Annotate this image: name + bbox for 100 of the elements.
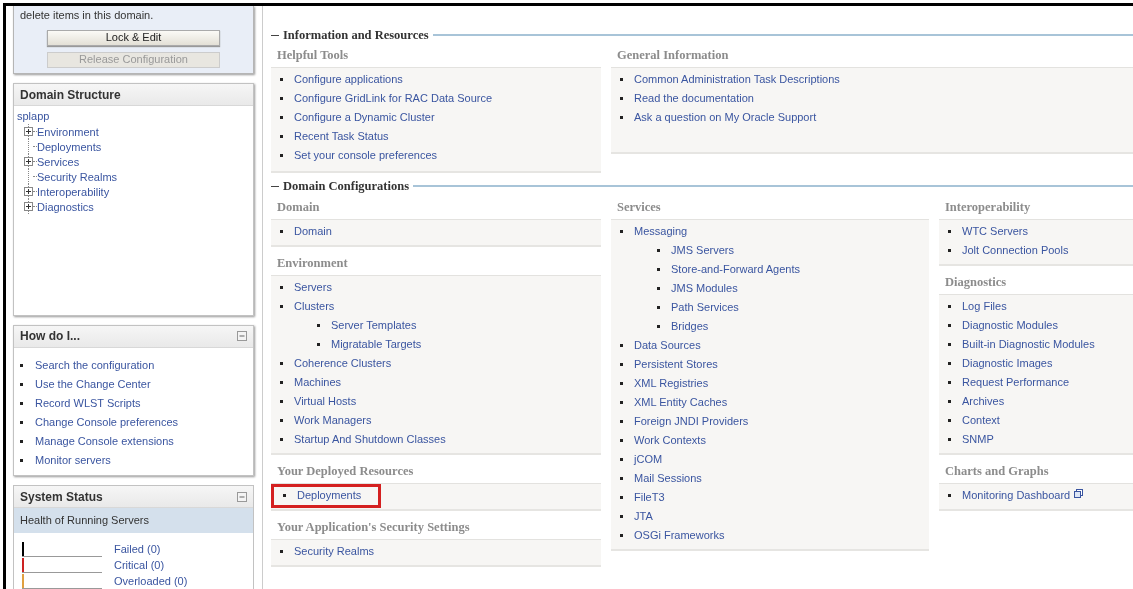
- tree-item[interactable]: Diagnostics: [37, 198, 94, 215]
- nav-link[interactable]: Configure a Dynamic Cluster: [294, 109, 435, 126]
- nav-link[interactable]: FileT3: [634, 489, 665, 506]
- help-link[interactable]: Use the Change Center: [35, 375, 151, 393]
- tree-item[interactable]: Services: [37, 153, 80, 170]
- nav-link[interactable]: Diagnostic Modules: [962, 317, 1058, 334]
- nav-link[interactable]: Work Contexts: [634, 432, 706, 449]
- bullet-icon: [620, 515, 623, 518]
- bullet-icon: [620, 420, 623, 423]
- status-label: Critical (0): [114, 557, 165, 573]
- expand-icon[interactable]: [24, 157, 33, 167]
- expand-icon[interactable]: [24, 127, 33, 137]
- bullet-icon: [280, 381, 283, 384]
- collapse-icon[interactable]: [237, 491, 247, 502]
- help-link[interactable]: Record WLST Scripts: [35, 394, 141, 412]
- bullet-icon: [948, 305, 951, 308]
- group-heading: Services: [617, 199, 661, 217]
- help-link[interactable]: Change Console preferences: [35, 413, 179, 431]
- nav-link[interactable]: SNMP: [962, 431, 994, 448]
- tree-item[interactable]: Deployments: [37, 138, 102, 155]
- bullet-icon: [20, 458, 23, 462]
- bullet-icon: [620, 78, 623, 81]
- nav-link[interactable]: Persistent Stores: [634, 356, 718, 373]
- help-link[interactable]: Monitor servers: [35, 451, 111, 469]
- section-title: Information and Resources: [283, 26, 429, 44]
- tree-root[interactable]: splapp: [17, 109, 50, 125]
- nav-link[interactable]: XML Registries: [634, 375, 709, 392]
- bullet-icon: [620, 401, 623, 404]
- nav-link[interactable]: Common Administration Task Descriptions: [634, 71, 840, 88]
- help-link[interactable]: Manage Console extensions: [35, 432, 174, 450]
- nav-link[interactable]: Mail Sessions: [634, 470, 702, 487]
- bullet-icon: [620, 97, 623, 100]
- nav-link[interactable]: Ask a question on My Oracle Support: [634, 109, 817, 126]
- bullet-icon: [280, 305, 283, 308]
- group-heading: Helpful Tools: [277, 47, 349, 65]
- bullet-icon: [620, 477, 623, 480]
- collapse-icon[interactable]: [237, 331, 247, 342]
- nav-link[interactable]: Virtual Hosts: [294, 393, 357, 410]
- nav-link[interactable]: Monitoring Dashboard: [962, 487, 1071, 504]
- bullet-icon: [948, 230, 951, 233]
- bullet-icon: [620, 534, 623, 537]
- tree-item[interactable]: Environment: [37, 123, 99, 140]
- nav-link[interactable]: Clusters: [294, 298, 335, 315]
- nav-link[interactable]: Migratable Targets: [331, 336, 422, 353]
- nav-link[interactable]: Configure applications: [294, 71, 403, 88]
- nav-link[interactable]: Built-in Diagnostic Modules: [962, 336, 1095, 353]
- bullet-icon: [620, 344, 623, 347]
- nav-link[interactable]: Jolt Connection Pools: [962, 242, 1069, 259]
- expand-icon[interactable]: [24, 202, 33, 212]
- bullet-icon: [948, 324, 951, 327]
- nav-link[interactable]: Context: [962, 412, 1000, 429]
- nav-link[interactable]: Recent Task Status: [294, 128, 389, 145]
- nav-link[interactable]: Deployments: [297, 487, 362, 504]
- nav-link[interactable]: Domain: [294, 223, 332, 240]
- nav-link[interactable]: Diagnostic Images: [962, 355, 1053, 372]
- nav-link[interactable]: WTC Servers: [962, 223, 1028, 240]
- nav-link[interactable]: Servers: [294, 279, 332, 296]
- status-label: Overloaded (0): [114, 573, 188, 589]
- nav-link[interactable]: Coherence Clusters: [294, 355, 392, 372]
- nav-link[interactable]: Archives: [962, 393, 1005, 410]
- nav-link[interactable]: Path Services: [671, 299, 739, 316]
- tree-item[interactable]: Security Realms: [37, 168, 118, 185]
- expand-icon[interactable]: [24, 187, 33, 197]
- bullet-icon: [948, 343, 951, 346]
- bullet-icon: [20, 439, 23, 443]
- panel-title: Domain Structure: [20, 86, 121, 104]
- nav-link[interactable]: Foreign JNDI Providers: [634, 413, 749, 430]
- nav-link[interactable]: JMS Modules: [671, 280, 738, 297]
- nav-link[interactable]: OSGi Frameworks: [634, 527, 725, 544]
- group-heading: Your Application's Security Settings: [277, 519, 470, 537]
- bullet-icon: [280, 116, 283, 119]
- help-link[interactable]: Search the configuration: [35, 356, 155, 374]
- action-button[interactable]: Lock & Edit: [47, 29, 220, 46]
- nav-link[interactable]: Bridges: [671, 318, 709, 335]
- nav-link[interactable]: Read the documentation: [634, 90, 754, 107]
- nav-link[interactable]: JTA: [634, 508, 653, 525]
- nav-link[interactable]: Security Realms: [294, 543, 375, 560]
- nav-link[interactable]: Startup And Shutdown Classes: [294, 431, 446, 448]
- nav-link[interactable]: Work Managers: [294, 412, 372, 429]
- instruction-text: delete items in this domain.: [19, 8, 154, 23]
- nav-link[interactable]: JMS Servers: [671, 242, 734, 259]
- nav-link[interactable]: Configure GridLink for RAC Data Source: [294, 90, 493, 107]
- group-heading: Diagnostics: [945, 274, 1007, 292]
- nav-link[interactable]: Store-and-Forward Agents: [671, 261, 800, 278]
- group-heading: Charts and Graphs: [945, 463, 1049, 481]
- bullet-icon: [283, 494, 286, 497]
- bullet-icon: [280, 135, 283, 138]
- nav-link[interactable]: Messaging: [634, 223, 688, 240]
- nav-link[interactable]: Log Files: [962, 298, 1007, 315]
- nav-link[interactable]: Set your console preferences: [294, 147, 438, 164]
- nav-link[interactable]: Data Sources: [634, 337, 701, 354]
- bullet-icon: [620, 496, 623, 499]
- tree-item[interactable]: Interoperability: [37, 183, 110, 200]
- nav-link[interactable]: Machines: [294, 374, 342, 391]
- nav-link[interactable]: Request Performance: [962, 374, 1069, 391]
- nav-link[interactable]: jCOM: [634, 451, 663, 468]
- bullet-icon: [948, 419, 951, 422]
- nav-link[interactable]: Server Templates: [331, 317, 417, 334]
- bullet-icon: [280, 97, 283, 100]
- nav-link[interactable]: XML Entity Caches: [634, 394, 728, 411]
